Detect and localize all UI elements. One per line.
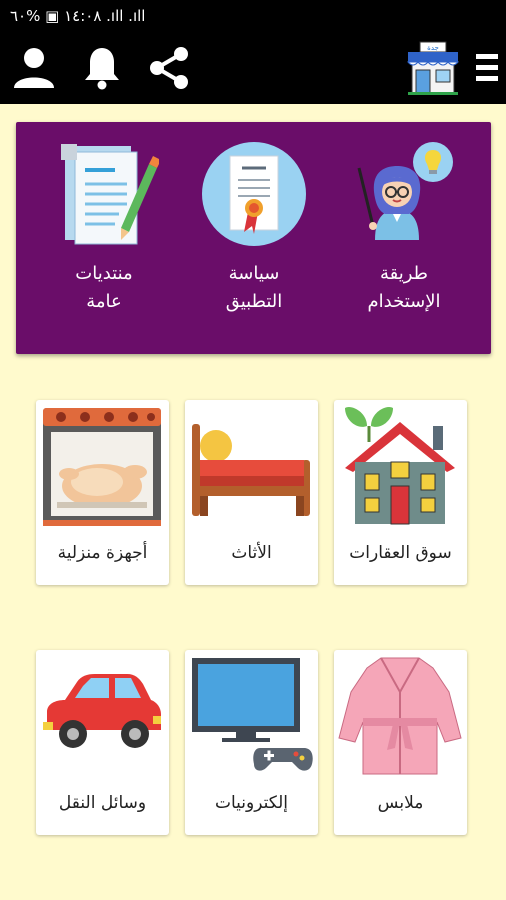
certificate-icon [202, 142, 306, 246]
app-bar: جدة [0, 30, 506, 104]
house-icon [345, 406, 455, 525]
category-real-estate[interactable]: سوق العقارات [334, 400, 467, 585]
how-to-use-label: طريقة الإستخدام [367, 263, 441, 312]
category-electronics[interactable]: إلكترونيات [185, 650, 318, 835]
category-home-appliances[interactable]: أجهزة منزلية [36, 400, 169, 585]
status-text: ١٤:٠٨ ▣ %٦٠ .ıll .ıll [10, 7, 146, 25]
car-icon [43, 674, 161, 748]
bed-icon [192, 424, 310, 516]
category-label: إلكترونيات [214, 793, 289, 813]
robe-icon [338, 657, 462, 775]
category-label: وسائل النقل [58, 793, 147, 813]
category-label: ملابس [377, 793, 424, 813]
app-policy-item[interactable]: سياسة التطبيق [184, 140, 324, 316]
menu-icon[interactable] [472, 44, 502, 92]
store-sign: جدة [427, 44, 439, 52]
category-furniture[interactable]: الأثاث [185, 400, 318, 585]
document-pen-icon [61, 144, 159, 245]
category-label: أجهزة منزلية [57, 543, 148, 563]
category-label: الأثاث [231, 543, 272, 563]
category-transport[interactable]: وسائل النقل [36, 650, 169, 835]
app-policy-label: سياسة التطبيق [225, 263, 283, 312]
profile-icon[interactable] [10, 44, 58, 92]
general-forums-label: منتديات عامة [75, 263, 133, 312]
oven-icon [43, 408, 161, 526]
status-bar: ١٤:٠٨ ▣ %٦٠ .ıll .ıll [0, 0, 506, 30]
bell-icon[interactable] [78, 44, 126, 92]
info-banner: منتديات عامة سياسة التطبيق طريقة الإستخد… [16, 122, 491, 354]
category-clothes[interactable]: ملابس [334, 650, 467, 835]
general-forums-item[interactable]: منتديات عامة [34, 140, 174, 316]
category-label: سوق العقارات [349, 543, 452, 563]
tv-gamepad-icon [192, 658, 313, 771]
how-to-use-item[interactable]: طريقة الإستخدام [334, 140, 474, 316]
store-icon[interactable]: جدة [406, 40, 460, 96]
teacher-icon [357, 142, 453, 240]
share-icon[interactable] [145, 44, 193, 92]
